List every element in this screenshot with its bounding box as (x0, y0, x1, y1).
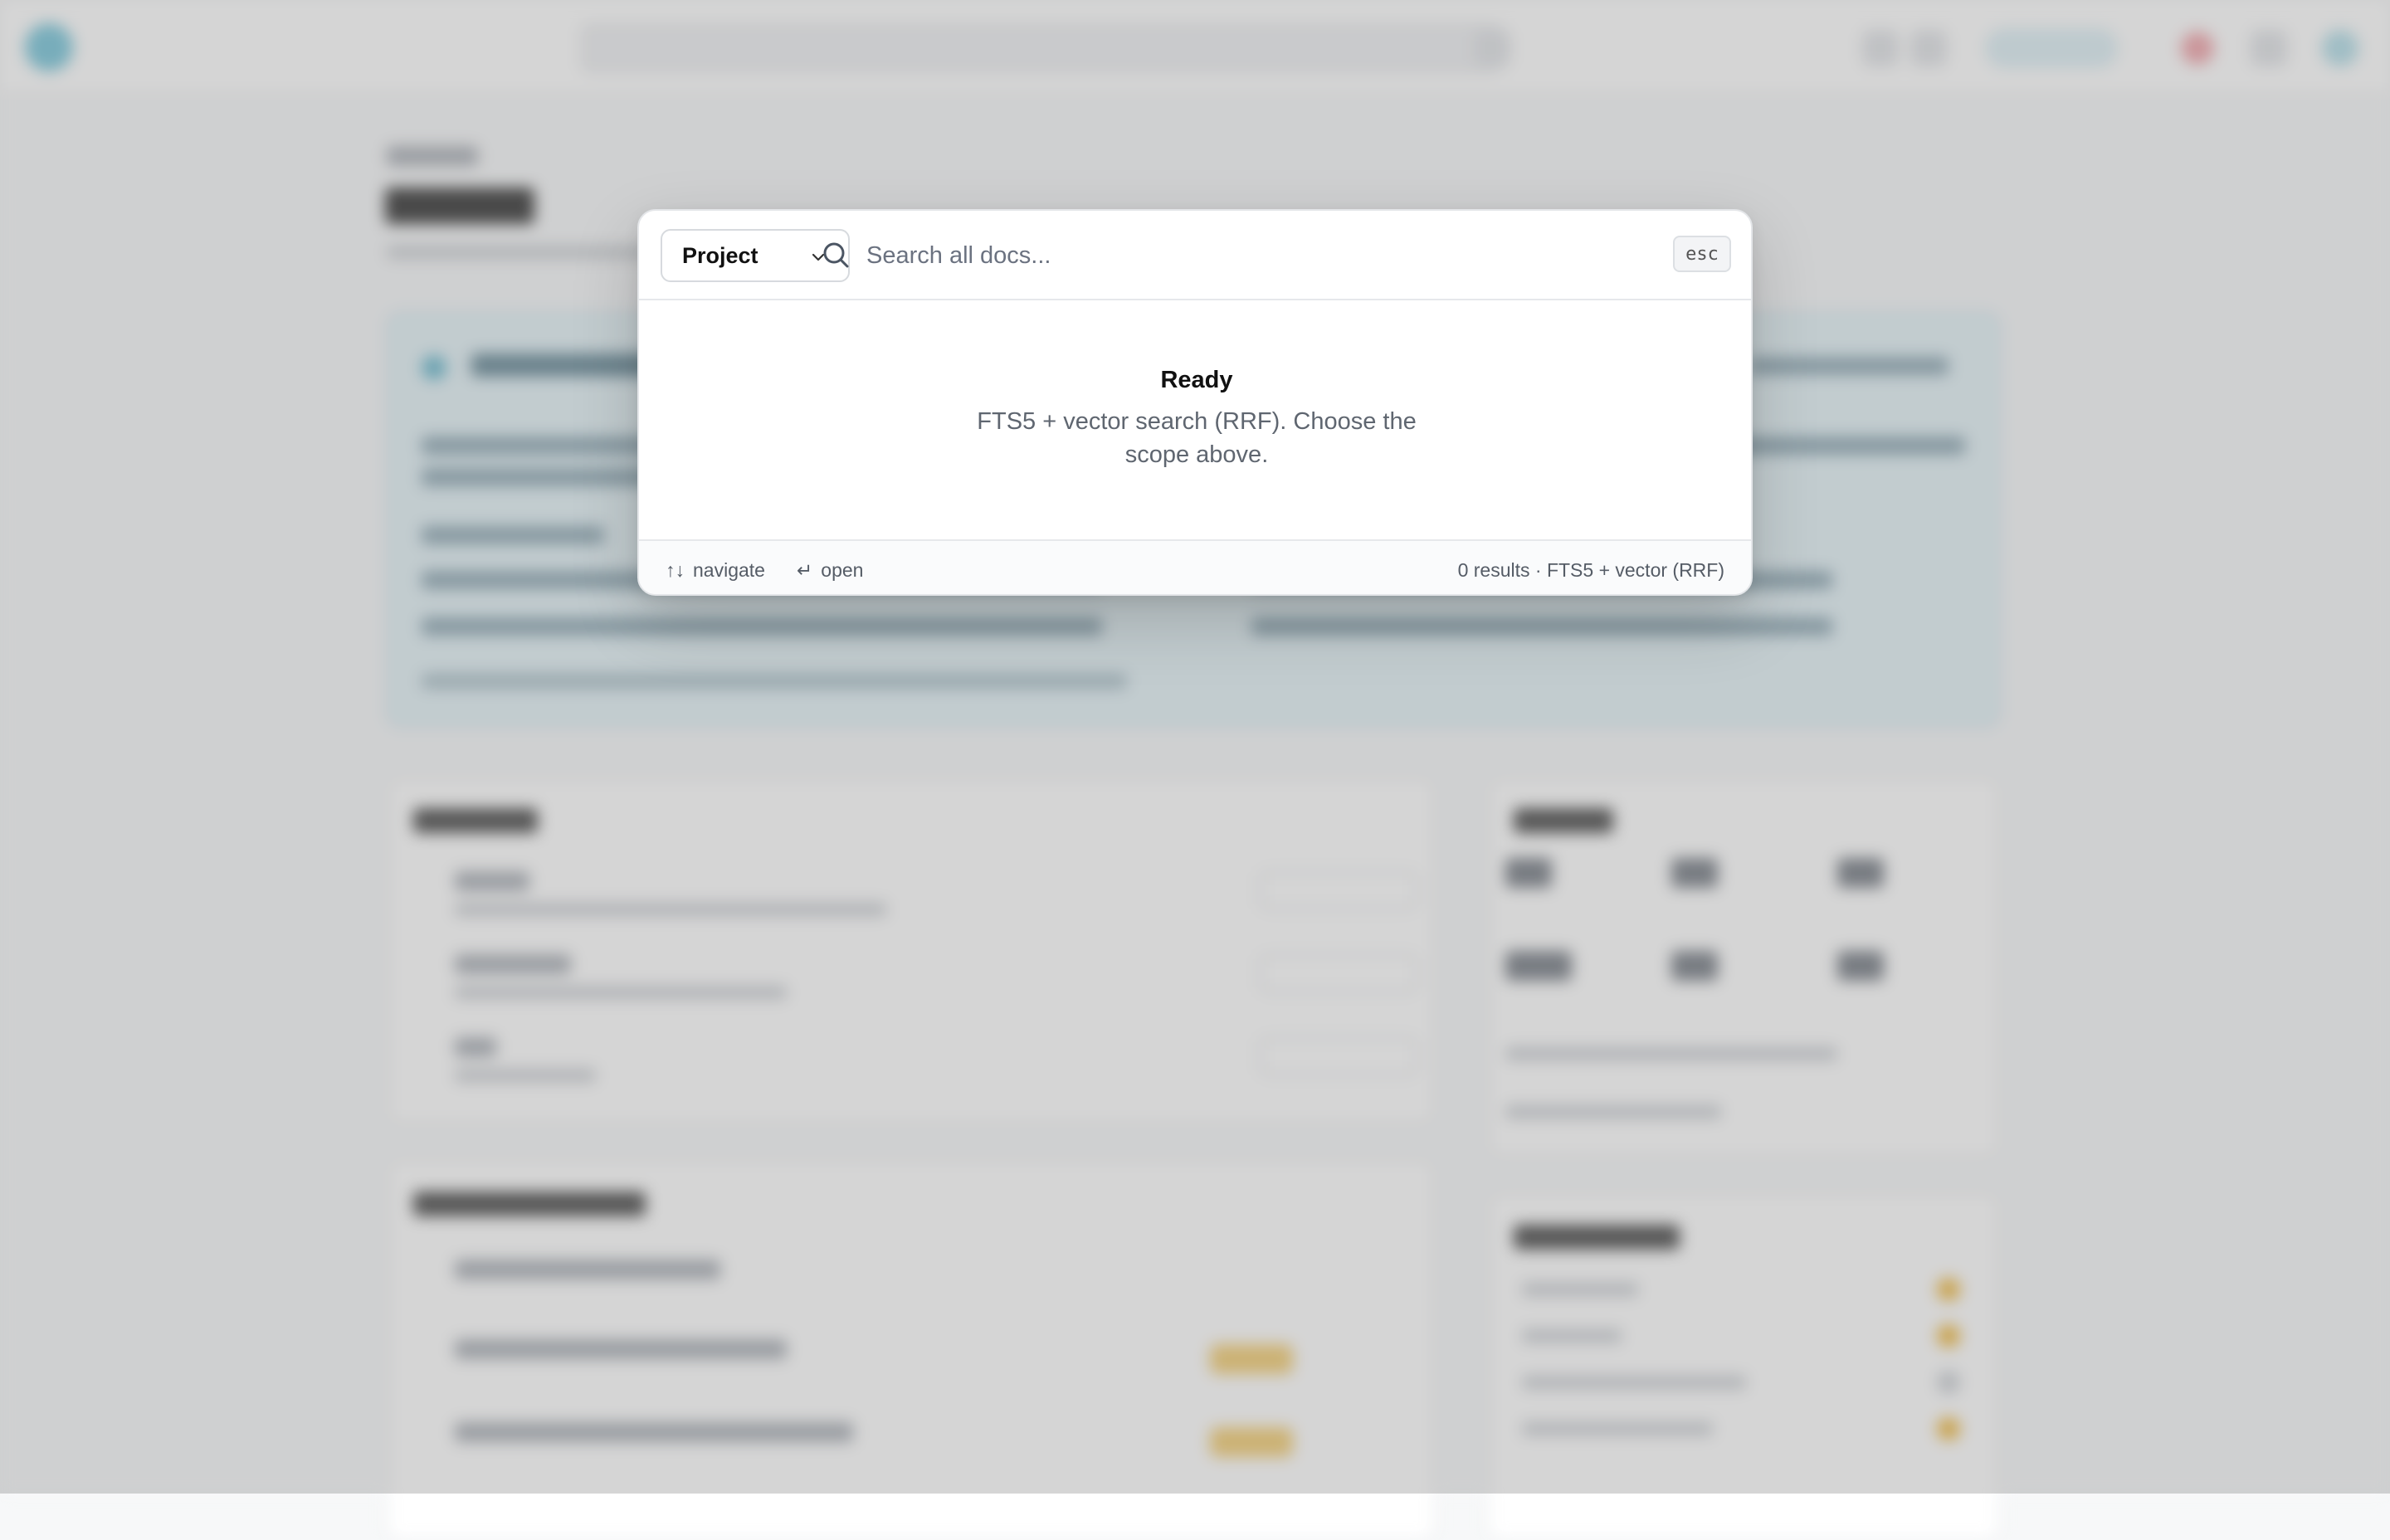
search-footer: ↑↓ navigate ↵ open 0 results · FTS5 + ve… (639, 539, 1751, 594)
status-description: FTS5 + vector search (RRF). Choose the s… (977, 408, 1417, 468)
search-input[interactable] (865, 229, 1661, 282)
search-header: Project esc (639, 211, 1751, 300)
result-summary: 0 results · FTS5 + vector (RRF) (1457, 559, 1724, 581)
search-dialog: Project esc Ready FTS5 + vector search (… (637, 209, 1753, 596)
scope-dropdown-label: Project (682, 242, 758, 268)
escape-key-button[interactable]: esc (1673, 236, 1731, 272)
open-hint-label: open (821, 559, 864, 581)
navigate-hint-label: navigate (693, 559, 765, 581)
return-key-icon: ↵ (797, 559, 813, 581)
status-title: Ready (1160, 367, 1233, 393)
search-icon (823, 242, 849, 268)
arrow-up-down-icon: ↑↓ (666, 559, 685, 581)
navigate-hint: ↑↓ navigate (666, 559, 765, 582)
open-hint: ↵ open (797, 559, 863, 582)
